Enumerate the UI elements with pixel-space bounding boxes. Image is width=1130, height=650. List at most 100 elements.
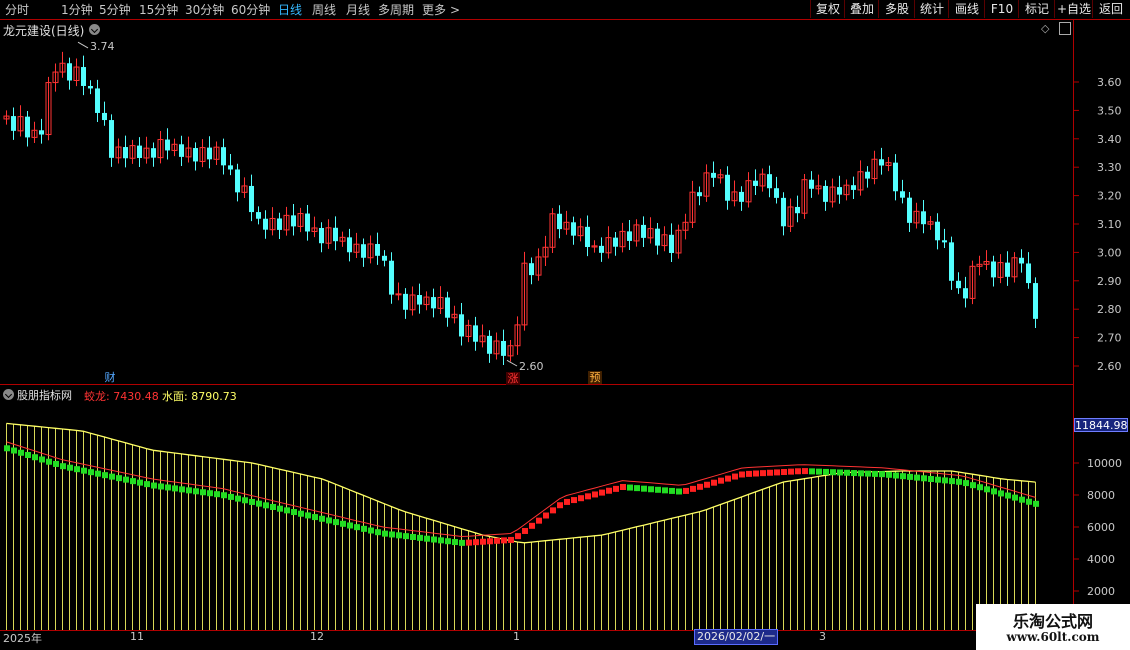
- candle-body-down: [88, 85, 93, 89]
- dragon-block: [655, 486, 661, 493]
- dragon-block: [921, 475, 927, 482]
- candle-body-down: [228, 165, 233, 170]
- candle-body-down: [669, 234, 674, 253]
- dragon-block: [46, 458, 52, 465]
- price-tick-label: 2.90: [1097, 275, 1122, 288]
- candle-body-down: [473, 325, 478, 342]
- price-tick-label: 3.40: [1097, 133, 1122, 146]
- dragon-block: [277, 505, 283, 512]
- dragon-block: [1005, 492, 1011, 499]
- dragon-block: [340, 520, 346, 527]
- dragon-block: [879, 471, 885, 478]
- dragon-block: [620, 484, 626, 490]
- dragon-block: [529, 522, 535, 529]
- dragon-block: [144, 481, 150, 488]
- dragon-block: [767, 469, 773, 476]
- candle-body-down: [529, 263, 534, 276]
- dragon-block: [872, 470, 878, 477]
- x-label-jan: 1: [513, 630, 520, 643]
- x-label-mar: 3: [819, 630, 826, 643]
- dragon-block: [998, 490, 1004, 497]
- dragon-block: [25, 452, 31, 458]
- dragon-block: [207, 490, 213, 497]
- candle-body-down: [795, 206, 800, 214]
- price-tick-label: 2.70: [1097, 332, 1122, 345]
- candle-body-down: [193, 148, 198, 162]
- dragon-block: [676, 488, 682, 495]
- candle-body-down: [501, 341, 506, 356]
- dragon-block: [746, 470, 752, 477]
- low-pointer: [506, 359, 518, 367]
- dragon-block: [977, 484, 983, 491]
- dragon-block: [690, 485, 696, 492]
- dragon-block: [788, 468, 794, 475]
- dragon-block: [270, 504, 276, 510]
- candle-body-down: [781, 197, 786, 227]
- dragon-block: [683, 487, 689, 494]
- candle-body-down: [739, 191, 744, 202]
- dragon-block: [382, 530, 388, 537]
- dragon-block: [858, 470, 864, 477]
- dragon-block: [599, 489, 605, 496]
- dragon-block: [165, 484, 171, 491]
- candle-body-down: [753, 180, 758, 186]
- limit-up-marker[interactable]: 涨: [506, 372, 520, 385]
- dragon-block: [641, 485, 647, 492]
- candle-body-down: [487, 335, 492, 354]
- candle-body-down: [403, 293, 408, 310]
- dragon-block: [900, 473, 906, 480]
- candle-body-down: [459, 314, 464, 337]
- dragon-block: [137, 479, 143, 486]
- dragon-block: [585, 493, 591, 500]
- candle-body-down: [102, 112, 107, 121]
- dragon-block: [186, 487, 192, 494]
- candle-body-down: [431, 297, 436, 309]
- dragon-block: [158, 483, 164, 490]
- chart-canvas: 3.60 3.50 3.40 3.30 3.20 3.10 3.00 2.90 2.80 2.70…: [3, 40, 1122, 630]
- dragon-block: [193, 488, 199, 495]
- candle-body-down: [67, 63, 72, 81]
- indicator-tick-label: 10000: [1087, 457, 1122, 470]
- candle-body-down: [1005, 262, 1010, 277]
- watermark-title: 乐淘公式网: [1012, 612, 1093, 631]
- dragon-block: [235, 495, 241, 502]
- dragon-block: [522, 527, 528, 534]
- price-tick-label: 3.00: [1097, 246, 1122, 259]
- dragon-block: [354, 524, 360, 531]
- dragon-block: [613, 485, 619, 492]
- dragon-block: [536, 517, 542, 524]
- dragon-block: [991, 488, 997, 495]
- candle-body-down: [725, 174, 730, 201]
- dragon-block: [592, 491, 598, 498]
- dragon-block: [256, 500, 262, 507]
- candle-body-down: [585, 226, 590, 248]
- dragon-block: [221, 492, 227, 499]
- candle-body-down: [305, 213, 310, 232]
- dragon-block: [837, 469, 843, 476]
- x-label-2025: 2025年: [3, 632, 42, 645]
- candle-body-down: [207, 147, 212, 160]
- price-tick-label: 3.10: [1097, 218, 1122, 231]
- dragon-block: [368, 527, 374, 534]
- candle-body-down: [151, 148, 156, 158]
- forecast-marker[interactable]: 预: [588, 371, 602, 384]
- dragon-block: [634, 485, 640, 492]
- dragon-block: [711, 479, 717, 486]
- finance-marker[interactable]: 财: [103, 371, 117, 384]
- dragon-block: [1033, 500, 1039, 507]
- candle-body-down: [921, 211, 926, 225]
- dragon-block: [424, 535, 430, 542]
- dragon-block: [914, 474, 920, 481]
- low-price-label: 2.60: [519, 360, 544, 373]
- candle-body-down: [697, 192, 702, 197]
- candle-body-down: [613, 237, 618, 247]
- dragon-block: [396, 532, 402, 539]
- dragon-block: [865, 470, 871, 477]
- candle-body-down: [361, 244, 366, 258]
- dragon-block: [795, 468, 801, 475]
- dragon-block: [781, 469, 787, 476]
- dragon-block: [445, 538, 451, 545]
- dragon-block: [466, 539, 472, 546]
- dragon-block: [669, 487, 675, 494]
- indicator-tick-label: 2000: [1087, 585, 1115, 598]
